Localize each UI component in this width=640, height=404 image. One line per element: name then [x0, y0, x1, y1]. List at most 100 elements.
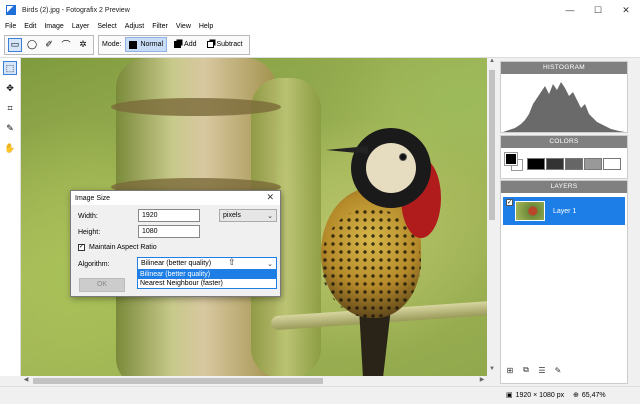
image-dimensions: 1920 × 1080 px	[515, 391, 565, 399]
algorithm-label: Algorithm:	[78, 261, 110, 268]
bird-beak	[326, 146, 368, 154]
app-icon	[6, 5, 16, 15]
colors-header: COLORS	[501, 136, 627, 148]
right-panels: HISTOGRAM COLORS LAYERS ✓ Layer 1 ⊞ ⧉ ☰ …	[498, 58, 640, 386]
palette-swatch[interactable]	[584, 158, 602, 170]
height-input[interactable]: 1080	[138, 225, 200, 238]
unit-select[interactable]: pixels ⌄	[219, 209, 277, 222]
scroll-up-icon[interactable]: ▲	[487, 58, 497, 68]
mode-label: Mode:	[102, 41, 122, 48]
chevron-down-icon: ⌄	[267, 212, 273, 220]
menu-view[interactable]: View	[176, 23, 191, 30]
algorithm-value: Bilinear (better quality)	[141, 260, 212, 267]
histogram-header: HISTOGRAM	[501, 62, 627, 74]
menu-file[interactable]: File	[5, 23, 16, 30]
palette-swatch[interactable]	[565, 158, 583, 170]
color-swatches	[501, 148, 627, 180]
mouse-cursor-icon: ⇧	[228, 257, 236, 267]
menu-bar: File Edit Image Layer Select Adjust Filt…	[0, 20, 640, 32]
colors-panel: COLORS	[500, 135, 628, 179]
selection-mode-group: Mode: Normal Add Subtract	[98, 34, 250, 55]
chevron-down-icon: ⌄	[267, 260, 273, 268]
bamboo-node	[111, 98, 281, 116]
status-bar: ▣ 1920 × 1080 px ⊕ 65,47%	[0, 386, 640, 404]
dialog-title: Image Size	[75, 194, 111, 202]
minimize-button[interactable]: —	[556, 0, 584, 20]
brush-tool-icon[interactable]: ✎	[3, 121, 17, 135]
mode-normal-label: Normal	[140, 41, 164, 48]
scroll-down-icon[interactable]: ▼	[487, 366, 497, 376]
color-palette	[527, 158, 621, 170]
layers-header: LAYERS	[501, 181, 627, 193]
image-size-icon: ▣	[506, 392, 513, 399]
mode-subtract-button[interactable]: Subtract	[204, 37, 246, 52]
maintain-aspect-checkbox[interactable]: ✓	[78, 244, 85, 251]
adjust-layer-icon[interactable]: ✎	[553, 365, 563, 375]
dialog-title-bar: Image Size ✕	[71, 191, 280, 205]
move-tool-icon[interactable]: ✥	[3, 81, 17, 95]
menu-edit[interactable]: Edit	[24, 23, 36, 30]
algorithm-option-nearest[interactable]: Nearest Neighbour (faster)	[138, 279, 276, 288]
menu-help[interactable]: Help	[199, 23, 213, 30]
layer-name: Layer 1	[553, 207, 577, 215]
duplicate-layer-icon[interactable]: ⧉	[521, 365, 531, 375]
options-toolbar: ▭ ◯ ✐ ⌒ ✲ Mode: Normal Add Subtract	[0, 32, 640, 58]
bird-eye	[399, 153, 407, 161]
vertical-scrollbar[interactable]: ▲ ▼	[487, 58, 497, 376]
palette-swatch[interactable]	[527, 158, 545, 170]
new-layer-icon[interactable]: ⊞	[505, 365, 515, 375]
menu-filter[interactable]: Filter	[152, 23, 168, 30]
selection-shape-group: ▭ ◯ ✐ ⌒ ✲	[4, 34, 94, 55]
vertical-scroll-thumb[interactable]	[489, 70, 495, 220]
ellipse-select-icon[interactable]: ◯	[25, 38, 39, 52]
menu-layer[interactable]: Layer	[72, 23, 90, 30]
zoom-level: 65,47%	[581, 391, 606, 399]
status-dimensions: ▣ 1920 × 1080 px	[506, 391, 565, 400]
normal-mode-icon	[129, 40, 138, 49]
mode-add-label: Add	[184, 41, 197, 48]
rectangle-select-icon[interactable]: ▭	[8, 37, 22, 52]
hand-tool-icon[interactable]: ✋	[3, 141, 17, 155]
algorithm-option-bilinear[interactable]: Bilinear (better quality)	[138, 270, 276, 279]
crop-tool-icon[interactable]: ⌗	[3, 101, 17, 115]
lasso-icon[interactable]: ✐	[42, 38, 56, 52]
window-title: Birds (2).jpg - Fotografix 2 Preview	[22, 6, 130, 14]
menu-adjust[interactable]: Adjust	[125, 23, 144, 30]
width-label: Width:	[78, 213, 98, 220]
menu-select[interactable]: Select	[97, 23, 116, 30]
menu-image[interactable]: Image	[44, 23, 63, 30]
subtract-mode-icon	[206, 41, 214, 48]
magic-wand-icon[interactable]: ✲	[76, 38, 90, 52]
mode-add-button[interactable]: Add	[171, 37, 199, 52]
scroll-right-icon[interactable]: ▶	[477, 376, 487, 386]
polygon-lasso-icon[interactable]: ⌒	[59, 38, 73, 52]
ok-button[interactable]: OK	[79, 278, 125, 292]
maximize-button[interactable]: ☐	[584, 0, 612, 20]
layer-properties-icon[interactable]: ☰	[537, 365, 547, 375]
mode-normal-button[interactable]: Normal	[125, 37, 168, 52]
histogram-panel: HISTOGRAM	[500, 61, 628, 133]
title-bar: Birds (2).jpg - Fotografix 2 Preview — ☐…	[0, 0, 640, 20]
width-input[interactable]: 1920	[138, 209, 200, 222]
zoom-icon: ⊕	[573, 392, 579, 399]
layer-toolbar: ⊞ ⧉ ☰ ✎	[505, 365, 563, 375]
palette-swatch[interactable]	[546, 158, 564, 170]
marquee-tool-icon[interactable]: ⬚	[3, 61, 17, 75]
close-button[interactable]: ✕	[612, 0, 640, 20]
layer-row[interactable]: ✓ Layer 1	[503, 197, 625, 225]
horizontal-scroll-thumb[interactable]	[33, 378, 323, 384]
foreground-color-swatch[interactable]	[504, 152, 518, 166]
histogram-graph	[503, 82, 625, 132]
dialog-close-icon[interactable]: ✕	[266, 192, 274, 203]
add-mode-icon	[174, 41, 182, 48]
scroll-left-icon[interactable]: ◀	[21, 376, 31, 386]
layers-panel: LAYERS ✓ Layer 1 ⊞ ⧉ ☰ ✎	[500, 180, 628, 384]
layer-thumbnail	[515, 201, 545, 221]
horizontal-scrollbar[interactable]: ◀ ▶	[21, 376, 487, 386]
palette-swatch[interactable]	[603, 158, 621, 170]
algorithm-dropdown-list: Bilinear (better quality) Nearest Neighb…	[137, 269, 277, 289]
layer-visibility-checkbox[interactable]: ✓	[506, 199, 513, 206]
bird-face	[366, 143, 416, 193]
window-controls: — ☐ ✕	[556, 0, 640, 20]
tool-palette: ⬚ ✥ ⌗ ✎ ✋	[0, 58, 21, 376]
